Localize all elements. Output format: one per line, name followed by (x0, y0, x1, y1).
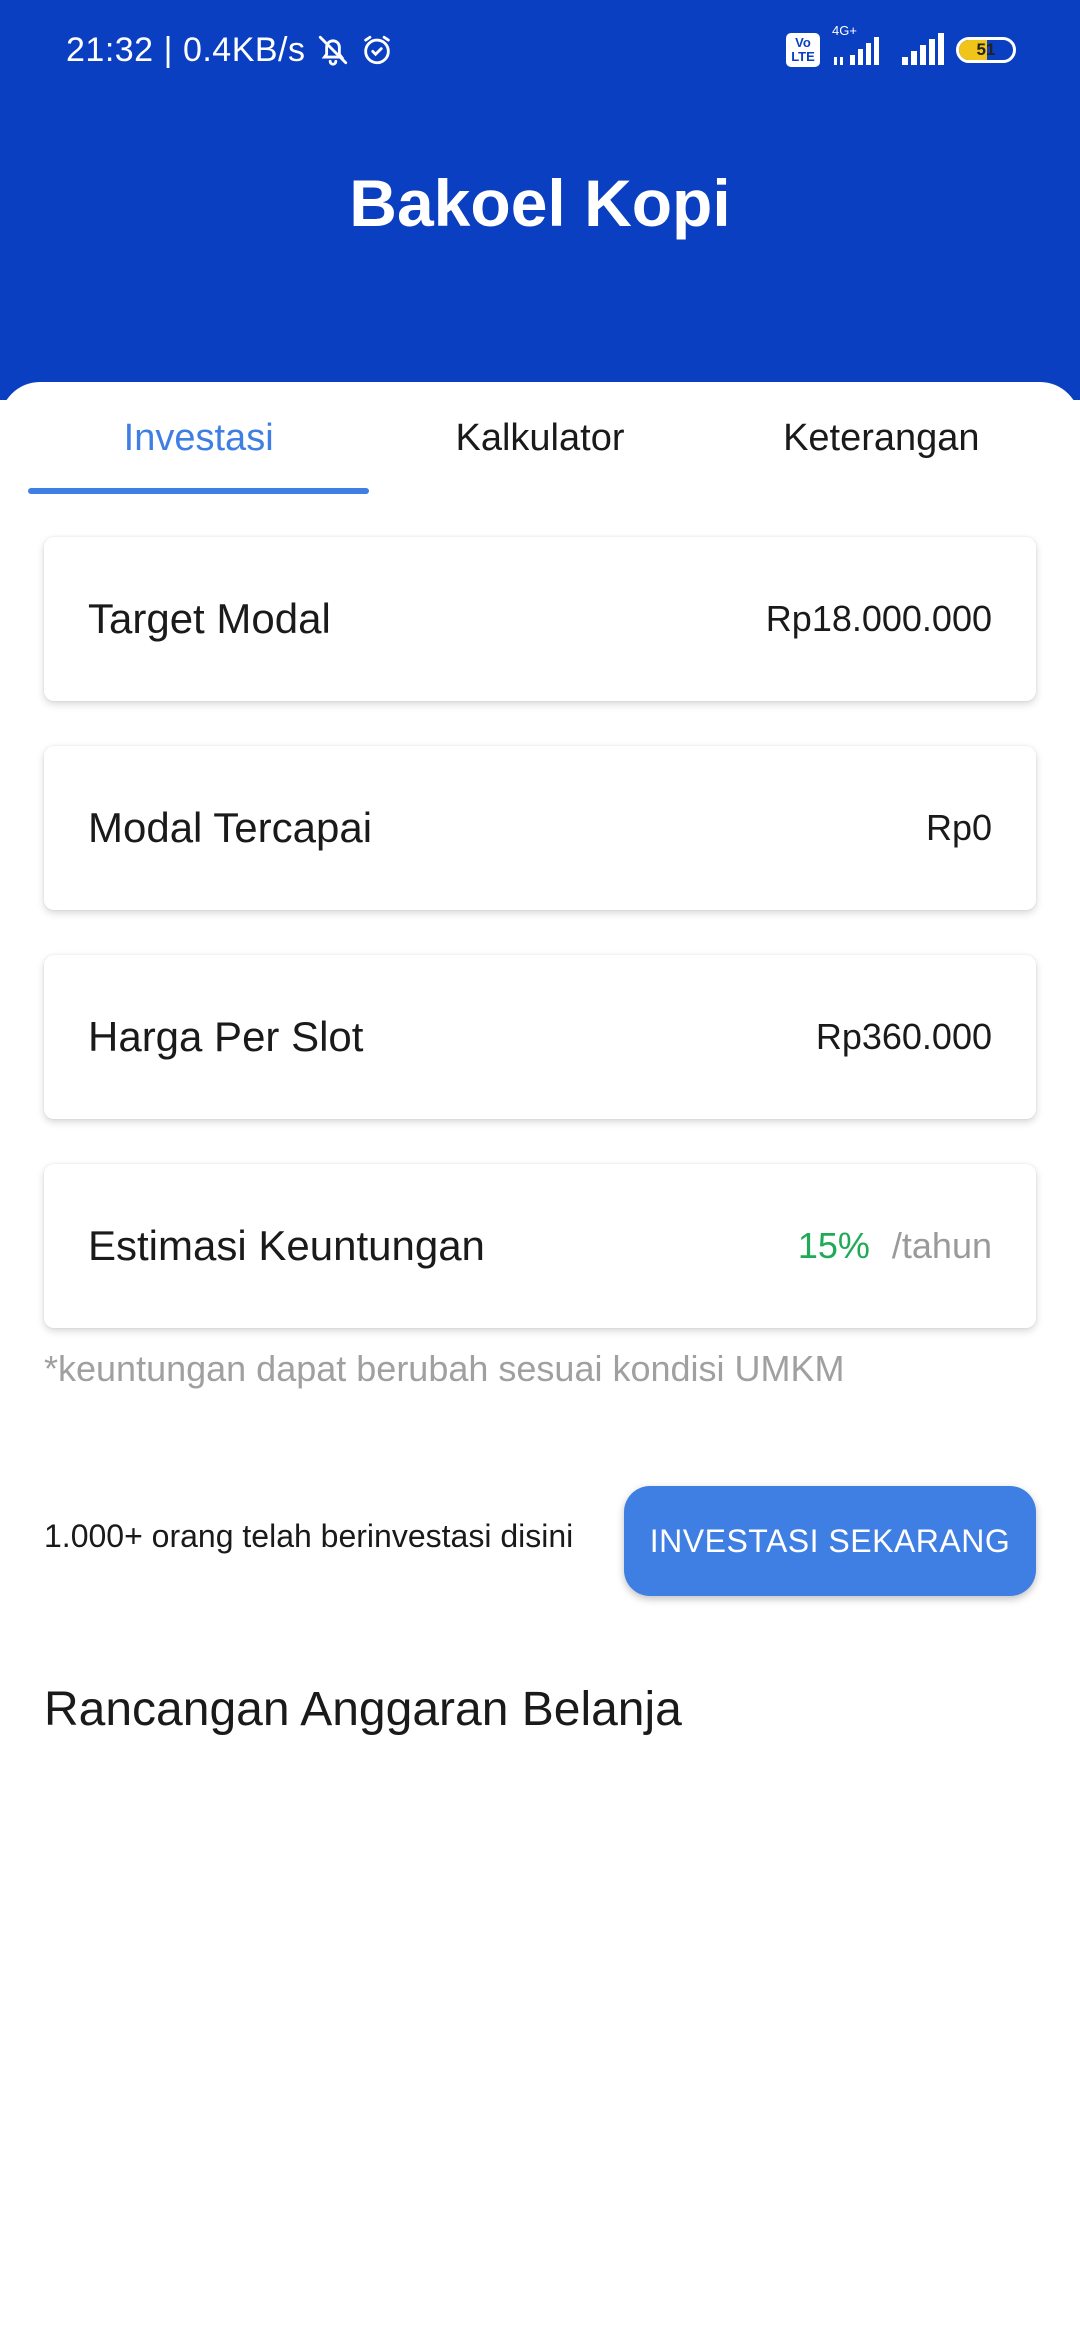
estimasi-keuntungan-label: Estimasi Keuntungan (88, 1222, 485, 1269)
status-time: 21:32 (66, 30, 154, 69)
harga-per-slot-label: Harga Per Slot (88, 1013, 364, 1060)
status-separator: | (163, 30, 173, 69)
status-network-speed: 0.4KB/s (182, 30, 306, 69)
status-bar: 21:32 | 0.4KB/s Vo LTE 4G+ 51 (0, 0, 1080, 100)
volte-icon: Vo LTE (786, 33, 820, 67)
status-left: 21:32 | 0.4KB/s (66, 28, 394, 72)
modal-tercapai-card: Modal Tercapai Rp0 (44, 746, 1036, 910)
page-title: Bakoel Kopi (349, 166, 731, 240)
volte-top-label: Vo (795, 35, 811, 50)
invest-now-button[interactable]: INVESTASI SEKARANG (624, 1486, 1036, 1596)
profit-unit: /tahun (891, 1225, 992, 1266)
harga-per-slot-card: Harga Per Slot Rp360.000 (44, 955, 1036, 1119)
target-modal-value: Rp18.000.000 (765, 598, 992, 639)
target-modal-label: Target Modal (88, 595, 331, 642)
estimasi-keuntungan-card: Estimasi Keuntungan 15% /tahun (44, 1164, 1036, 1328)
profit-percent: 15% (797, 1225, 870, 1266)
modal-tercapai-value: Rp0 (925, 807, 992, 848)
app-header: 21:32 | 0.4KB/s Vo LTE 4G+ 51 Bakoel Kop… (0, 0, 1080, 400)
battery-percent: 51 (976, 40, 996, 59)
bell-off-icon (316, 33, 350, 67)
volte-bottom-label: LTE (791, 49, 815, 64)
signal-icon (900, 33, 944, 67)
profit-disclaimer: *keuntungan dapat berubah sesuai kondisi… (44, 1348, 845, 1389)
signal-4g-icon: 4G+ (832, 23, 888, 67)
tab-investasi[interactable]: Investasi (28, 382, 370, 494)
profit-value: 15% /tahun (798, 1225, 992, 1267)
tab-keterangan[interactable]: Keterangan (711, 382, 1052, 494)
investor-count-text: 1.000+ orang telah berinvestasi disini (44, 1518, 574, 1554)
modal-tercapai-label: Modal Tercapai (88, 804, 373, 851)
target-modal-card: Target Modal Rp18.000.000 (44, 537, 1036, 701)
tab-kalkulator[interactable]: Kalkulator (369, 382, 710, 494)
alarm-icon (360, 33, 394, 67)
tab-bar: Investasi Kalkulator Keterangan (28, 382, 1052, 494)
status-right: Vo LTE 4G+ 51 (786, 23, 1016, 72)
section-title-budget: Rancangan Anggaran Belanja (44, 1683, 682, 1736)
battery-icon: 51 (956, 37, 1016, 63)
harga-per-slot-value: Rp360.000 (815, 1016, 992, 1057)
network-type-label: 4G+ (832, 23, 857, 38)
